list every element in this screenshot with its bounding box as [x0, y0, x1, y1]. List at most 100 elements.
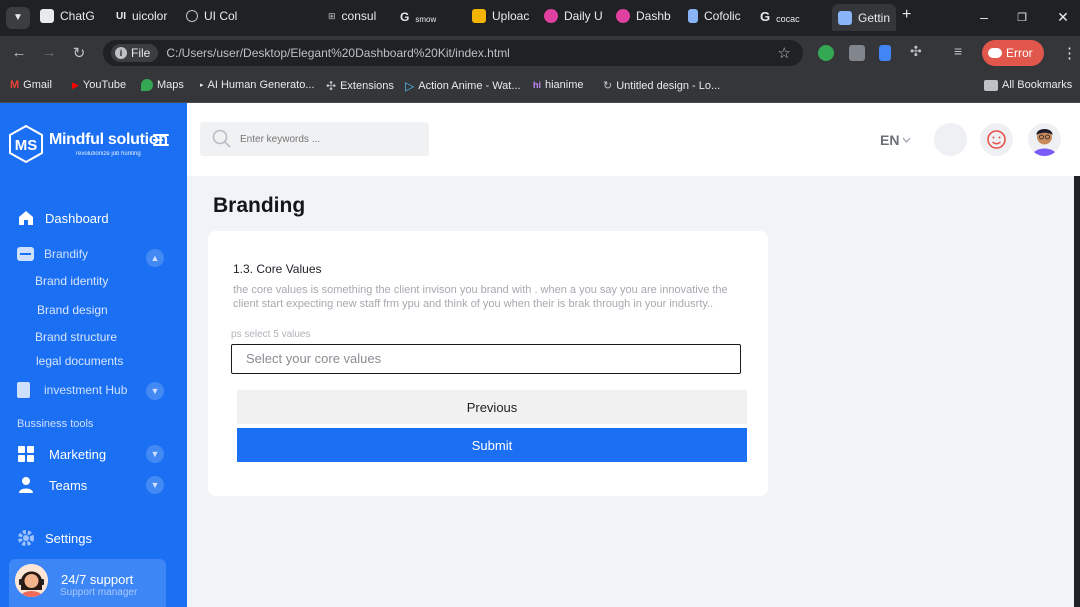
chevron-up-icon[interactable]: ▲: [146, 249, 164, 267]
page-title: Branding: [213, 194, 306, 217]
browser-tab[interactable]: ChatG: [40, 9, 95, 23]
tab-label: Cofolic: [704, 9, 741, 23]
bookmark-hianime[interactable]: hi hianime: [533, 79, 584, 91]
bookmark-maps[interactable]: Maps: [141, 79, 184, 91]
camera-icon[interactable]: [849, 45, 865, 61]
support-card[interactable]: 24/7 support Support manager: [9, 559, 166, 607]
browser-tab[interactable]: Uploac: [472, 9, 529, 23]
sidebar-collapse-icon[interactable]: [153, 134, 169, 146]
bookmark-youtube[interactable]: ▶ YouTube: [72, 79, 126, 91]
bookmark-label: Action Anime - Wat...: [418, 80, 521, 92]
browser-tab[interactable]: UI uicolor: [116, 9, 167, 23]
support-avatar: [15, 564, 48, 597]
bookmark-star-icon[interactable]: ☆: [778, 44, 791, 62]
puzzle-icon[interactable]: ✣: [910, 43, 926, 59]
gmail-icon: M: [10, 79, 20, 91]
core-values-select[interactable]: Select your core values: [231, 344, 741, 374]
select-placeholder: Select your core values: [246, 351, 382, 366]
smiley-icon: [987, 130, 1006, 149]
browser-toolbar: ← → ↻ i File C:/Users/user/Desktop/Elega…: [0, 36, 1080, 70]
browser-tab[interactable]: G cocac: [760, 9, 800, 24]
restore-button[interactable]: ❐: [1012, 11, 1032, 24]
bookmark-action-anime[interactable]: ▷ Action Anime - Wat...: [405, 79, 521, 93]
loading-icon: ↻: [603, 80, 613, 92]
folder-icon: [17, 247, 34, 261]
plus-icon: +: [902, 6, 912, 23]
youtube-icon: ▶: [72, 79, 79, 90]
tab-label: smow: [415, 15, 437, 24]
browser-tab[interactable]: Dashb: [616, 9, 671, 23]
browser-tab[interactable]: ⊞ consul: [328, 9, 376, 23]
extension-icon[interactable]: [818, 45, 834, 61]
gear-icon: [18, 530, 34, 546]
tab-label: uicolor: [132, 9, 168, 23]
user-avatar[interactable]: [1028, 123, 1061, 156]
site-info-chip[interactable]: i File: [111, 44, 159, 62]
browser-tab[interactable]: Daily U: [544, 9, 603, 23]
sidebar-item-marketing[interactable]: Marketing: [17, 445, 106, 463]
media-queue-icon[interactable]: ≡: [954, 43, 970, 59]
sidebar-item-brandify[interactable]: Brandify: [17, 247, 88, 261]
chevron-down-icon[interactable]: ▼: [146, 382, 164, 400]
upload-icon: [472, 9, 486, 23]
sidebar-item-teams[interactable]: Teams: [17, 476, 87, 494]
bookmarks-bar: M Gmail ▶ YouTube Maps ▸ AI Human Genera…: [0, 70, 1080, 103]
chevron-down-icon[interactable]: ▼: [146, 476, 164, 494]
sidebar-subitem-brand-structure[interactable]: Brand structure: [35, 330, 117, 344]
search-box[interactable]: [200, 122, 429, 156]
chatgpt-icon: [40, 9, 54, 23]
sidebar-item-investment-hub[interactable]: investment Hub: [17, 382, 127, 398]
bookmark-gmail[interactable]: M Gmail: [10, 79, 52, 91]
sidebar-subitem-brand-identity[interactable]: Brand identity: [35, 274, 108, 288]
document-extension-icon[interactable]: [879, 45, 891, 61]
tab-search-button[interactable]: ▼: [6, 7, 30, 29]
language-selector[interactable]: EN: [880, 132, 911, 148]
grid-icon: [18, 446, 34, 462]
support-subtitle: Support manager: [60, 587, 138, 598]
tab-label: consul: [341, 9, 377, 23]
more-menu-icon[interactable]: ⋮: [1062, 44, 1077, 62]
sidebar-item-label: investment Hub: [44, 383, 128, 397]
url-text: C:/Users/user/Desktop/Elegant%20Dashboar…: [166, 46, 510, 60]
tab-label: Daily U: [564, 9, 603, 23]
minimize-button[interactable]: –: [974, 9, 994, 25]
browser-tab[interactable]: UI Col: [186, 9, 237, 23]
brand-logo[interactable]: MS Mindful solution revolutionize job hu…: [7, 124, 168, 164]
sidebar-subitem-legal-documents[interactable]: legal documents: [36, 354, 123, 368]
sidebar-item-dashboard[interactable]: Dashboard: [17, 209, 109, 227]
submit-button[interactable]: Submit: [237, 428, 747, 462]
sidebar-subitem-brand-design[interactable]: Brand design: [37, 303, 108, 317]
bookmark-ai-generator[interactable]: ▸ AI Human Generato...: [200, 79, 315, 91]
bookmark-label: Gmail: [23, 79, 52, 91]
mood-button[interactable]: [980, 123, 1013, 156]
browser-tab-active[interactable]: Gettin: [832, 4, 897, 31]
bookmark-label: Maps: [157, 79, 184, 91]
bookmark-extensions[interactable]: ✣ Extensions: [326, 79, 394, 93]
sidebar-item-settings[interactable]: Settings: [17, 529, 92, 547]
v-icon: [838, 10, 852, 25]
notification-button[interactable]: [934, 123, 967, 156]
question-card: 1.3. Core Values the core values is some…: [208, 231, 768, 496]
globe-icon: [186, 10, 198, 22]
scrollbar[interactable]: [1074, 176, 1080, 607]
dribbble-icon: [544, 9, 558, 23]
back-arrow-icon[interactable]: ←: [10, 44, 28, 61]
search-input[interactable]: [240, 133, 410, 145]
all-bookmarks-label: All Bookmarks: [1002, 79, 1073, 91]
question-description: the core values is something the client …: [233, 284, 728, 310]
browser-tab[interactable]: Cofolic: [688, 9, 741, 23]
reload-icon[interactable]: ↻: [70, 44, 88, 62]
address-bar[interactable]: i File C:/Users/user/Desktop/Elegant%20D…: [103, 40, 803, 66]
all-bookmarks[interactable]: All Bookmarks: [984, 79, 1072, 91]
new-tab-button[interactable]: +: [902, 6, 911, 24]
bookmark-untitled-design[interactable]: ↻ Untitled design - Lo...: [603, 79, 720, 93]
profile-error-chip[interactable]: Error: [982, 40, 1044, 66]
browser-tab[interactable]: G smow: [400, 9, 437, 25]
bookmark-label: YouTube: [82, 79, 127, 91]
chevron-down-icon[interactable]: ▼: [146, 445, 164, 463]
close-window-button[interactable]: ✕: [1053, 9, 1073, 26]
maps-icon: [141, 79, 153, 91]
previous-button[interactable]: Previous: [237, 390, 747, 424]
tab-label: cocac: [776, 13, 800, 24]
forward-arrow-icon[interactable]: →: [40, 44, 58, 61]
